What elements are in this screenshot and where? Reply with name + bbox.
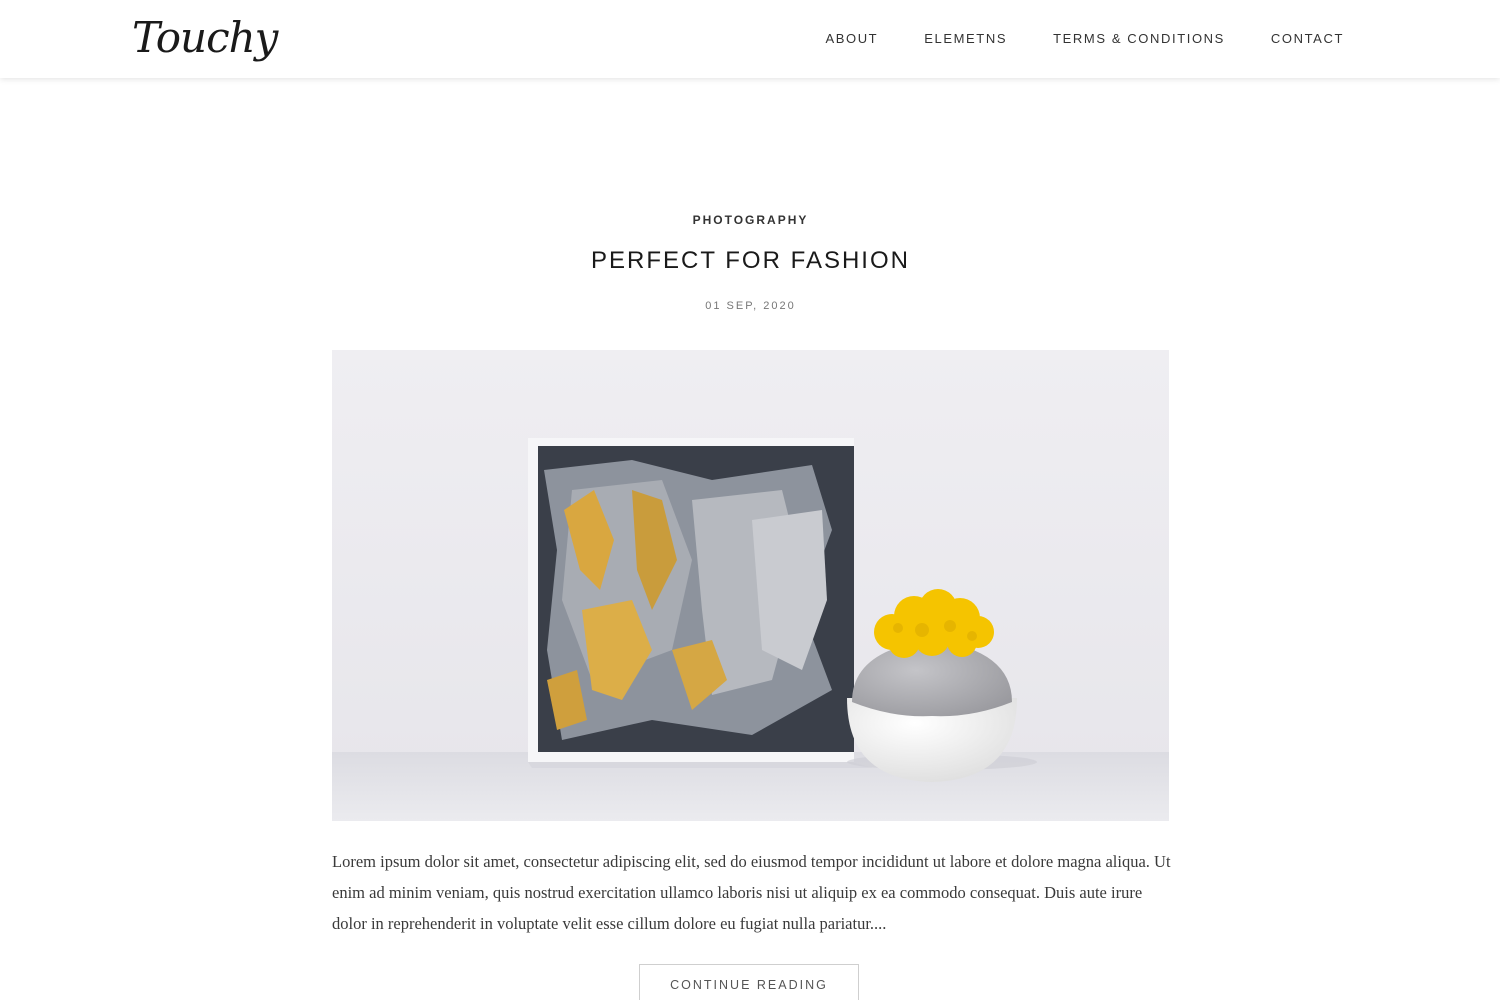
nav-item-elements[interactable]: ELEMETNS	[924, 30, 1007, 48]
post-title[interactable]: PERFECT FOR FASHION	[332, 244, 1169, 278]
main-nav: ABOUT ELEMETNS TERMS & CONDITIONS CONTAC…	[779, 30, 1344, 48]
nav-item-about[interactable]: ABOUT	[825, 30, 878, 48]
continue-reading-button[interactable]: CONTINUE READING	[639, 964, 859, 1000]
site-logo[interactable]: Touchy	[132, 8, 278, 68]
site-header: Touchy ABOUT ELEMETNS TERMS & CONDITIONS…	[0, 0, 1500, 78]
featured-image-art	[332, 350, 1169, 821]
post-excerpt: Lorem ipsum dolor sit amet, consectetur …	[332, 852, 1171, 933]
post-date: 01 SEP, 2020	[705, 300, 796, 312]
post-featured-image[interactable]	[332, 350, 1169, 821]
nav-item-contact[interactable]: CONTACT	[1271, 30, 1344, 48]
nav-item-terms[interactable]: TERMS & CONDITIONS	[1053, 30, 1225, 48]
post-category[interactable]: PHOTOGRAPHY	[332, 211, 1169, 229]
